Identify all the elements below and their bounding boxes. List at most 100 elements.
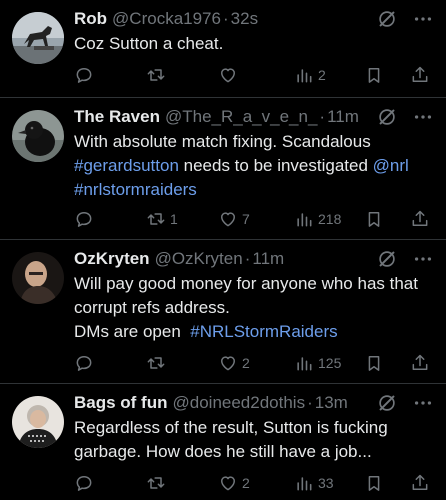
tweet-actions: 1 7 218 — [74, 207, 434, 231]
bookmark-icon — [364, 353, 384, 373]
views-chart-icon — [294, 209, 314, 229]
tweet-bags-of-fun[interactable]: Bags of fun @doineed2dothis · 13m Regard… — [0, 384, 446, 500]
tweet-text: Regardless of the result, Sutton is fuck… — [74, 416, 438, 464]
tweet-ozkryten[interactable]: OzKryten @OzKryten · 11m Will pay good m… — [0, 240, 446, 384]
grok-icon[interactable] — [376, 8, 398, 30]
tweet-text-line: Will pay good money for anyone who has t… — [74, 274, 418, 293]
views-chart-icon — [294, 473, 314, 493]
share-icon — [410, 65, 430, 85]
like-button[interactable]: 2 — [218, 353, 250, 373]
tweet-actions: 2 125 — [74, 351, 434, 375]
tweet-text-line: With absolute match fixing. Scandalous — [74, 132, 371, 151]
avatar[interactable] — [12, 12, 64, 64]
hashtag-link[interactable]: #nrlstormraiders — [74, 180, 197, 199]
views-button[interactable]: 33 — [294, 473, 334, 493]
retweet-count: 1 — [170, 211, 178, 227]
tweet-text: Coz Sutton a cheat. — [74, 32, 438, 56]
like-count: 2 — [242, 355, 250, 371]
raven-avatar-icon — [12, 110, 64, 162]
bookmark-button[interactable] — [364, 473, 384, 493]
views-button[interactable]: 218 — [294, 209, 341, 229]
bookmark-button[interactable] — [364, 209, 384, 229]
like-count: 7 — [242, 211, 250, 227]
timestamp[interactable]: 11m — [252, 248, 284, 270]
share-button[interactable] — [410, 353, 430, 373]
mention-link[interactable]: @nrl — [373, 156, 409, 175]
tweet-actions: 2 33 — [74, 471, 434, 495]
more-options-icon[interactable] — [412, 8, 434, 30]
view-count: 33 — [318, 475, 334, 491]
bookmark-icon — [364, 209, 384, 229]
avatar[interactable] — [12, 110, 64, 162]
more-options-icon[interactable] — [412, 392, 434, 414]
retweet-button[interactable] — [146, 473, 170, 493]
horse-statue-avatar-icon — [12, 12, 64, 64]
display-name[interactable]: The Raven — [74, 106, 160, 128]
timestamp[interactable]: 13m — [315, 392, 348, 414]
reply-button[interactable] — [74, 353, 98, 373]
retweet-icon — [146, 65, 166, 85]
bookmark-button[interactable] — [364, 353, 384, 373]
tweet-text-line: corrupt refs address. — [74, 298, 230, 317]
more-options-icon[interactable] — [412, 248, 434, 270]
share-icon — [410, 209, 430, 229]
timestamp[interactable]: 11m — [327, 106, 359, 128]
tweet-text-line: DMs are open — [74, 322, 191, 341]
separator-dot: · — [319, 107, 326, 126]
tweet-text-line: Coz Sutton a cheat. — [74, 34, 224, 53]
separator-dot: · — [244, 249, 251, 268]
view-count: 2 — [318, 67, 326, 83]
reply-button[interactable] — [74, 209, 98, 229]
grok-icon[interactable] — [376, 392, 398, 414]
heart-icon — [218, 65, 238, 85]
woman-portrait-avatar-icon — [12, 396, 64, 448]
grok-icon[interactable] — [376, 248, 398, 270]
display-name[interactable]: Bags of fun — [74, 392, 168, 414]
share-button[interactable] — [410, 473, 430, 493]
retweet-button[interactable] — [146, 353, 170, 373]
tweet-text-line: needs to be investigated — [178, 156, 373, 175]
reply-button[interactable] — [74, 65, 98, 85]
user-handle[interactable]: @The_R_a_v_e_n_ — [165, 106, 317, 128]
retweet-button[interactable] — [146, 65, 170, 85]
tweet-text: With absolute match fixing. Scandalous #… — [74, 130, 438, 202]
bookmark-button[interactable] — [364, 65, 384, 85]
like-count: 2 — [242, 475, 250, 491]
more-options-icon[interactable] — [412, 106, 434, 128]
like-button[interactable] — [218, 65, 242, 85]
separator-dot: · — [307, 393, 313, 412]
grok-icon[interactable] — [376, 106, 398, 128]
tweet-actions: 2 — [74, 63, 434, 87]
display-name[interactable]: OzKryten — [74, 248, 150, 270]
views-button[interactable]: 125 — [294, 353, 341, 373]
tweet-rob[interactable]: Rob @Crocka1976 · 32s Coz Sutton a cheat… — [0, 0, 446, 98]
like-button[interactable]: 7 — [218, 209, 250, 229]
heart-icon — [218, 473, 238, 493]
bookmark-icon — [364, 473, 384, 493]
share-icon — [410, 353, 430, 373]
like-button[interactable]: 2 — [218, 473, 250, 493]
separator-dot: · — [222, 9, 229, 28]
reply-button[interactable] — [74, 473, 98, 493]
retweet-icon — [146, 209, 166, 229]
view-count: 218 — [318, 211, 342, 227]
hashtag-link[interactable]: #gerardsutton — [74, 156, 179, 175]
display-name[interactable]: Rob — [74, 8, 107, 30]
avatar[interactable] — [12, 396, 64, 448]
retweet-button[interactable]: 1 — [146, 209, 178, 229]
user-handle[interactable]: @Crocka1976 — [112, 8, 221, 30]
timestamp[interactable]: 32s — [231, 8, 258, 30]
share-button[interactable] — [410, 65, 430, 85]
heart-icon — [218, 353, 238, 373]
retweet-icon — [146, 473, 166, 493]
avatar[interactable] — [12, 252, 64, 304]
man-portrait-avatar-icon — [12, 252, 64, 304]
hashtag-link[interactable]: #NRLStormRaiders — [190, 322, 337, 341]
user-handle[interactable]: @OzKryten — [155, 248, 243, 270]
tweet-the-raven[interactable]: The Raven @The_R_a_v_e_n_ · 11m With abs… — [0, 98, 446, 240]
user-handle[interactable]: @doineed2dothis — [173, 392, 306, 414]
share-button[interactable] — [410, 209, 430, 229]
retweet-icon — [146, 353, 166, 373]
reply-icon — [74, 473, 94, 493]
views-button[interactable]: 2 — [294, 65, 326, 85]
